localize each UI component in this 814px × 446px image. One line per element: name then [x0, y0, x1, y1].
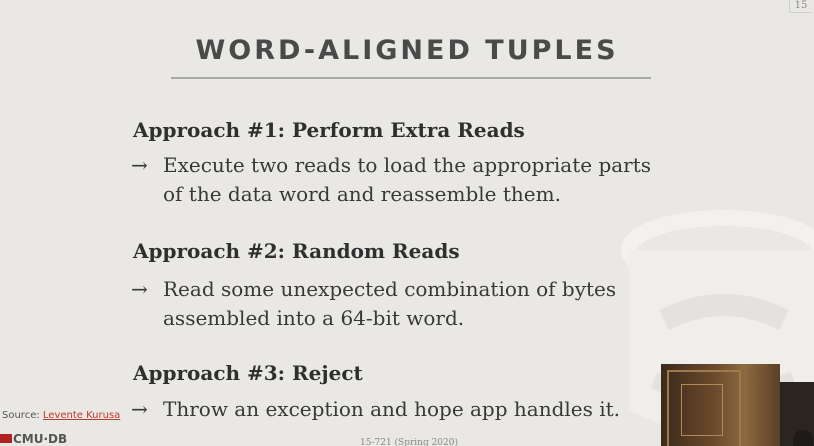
- approach-2-bullet: → Read some unexpected combination of byt…: [131, 275, 616, 333]
- webcam-door-panel: [681, 384, 723, 436]
- source-label: Source:: [2, 410, 40, 421]
- arrow-icon: →: [131, 277, 148, 301]
- approach-1-heading: Approach #1: Perform Extra Reads: [133, 118, 525, 142]
- slide-number: 15: [789, 0, 812, 13]
- slide: 15 WORD-ALIGNED TUPLES Approach #1: Perf…: [0, 0, 814, 446]
- logo-mark-icon: [0, 434, 12, 443]
- logo-text: CMU·DB: [13, 432, 68, 446]
- slide-title: WORD-ALIGNED TUPLES: [195, 35, 619, 66]
- presenter-head: [793, 430, 813, 446]
- approach-1-text-line1: Execute two reads to load the appropriat…: [163, 153, 652, 177]
- footer-course: 15-721 (Spring 2020): [360, 438, 458, 446]
- cmu-db-logo: CMU·DB: [0, 432, 67, 446]
- approach-2-text-line1: Read some unexpected combination of byte…: [163, 277, 617, 301]
- approach-3-bullet: → Throw an exception and hope app handles…: [131, 395, 620, 424]
- approach-2-heading: Approach #2: Random Reads: [133, 239, 460, 263]
- arrow-icon: →: [131, 397, 148, 421]
- approach-1-bullet: → Execute two reads to load the appropria…: [131, 151, 651, 209]
- approach-2-text-line2: assembled into a 64-bit word.: [163, 306, 465, 330]
- title-underline: [171, 77, 651, 79]
- source-credit: Source: Levente Kurusa: [2, 410, 120, 421]
- approach-1-text-line2: of the data word and reassemble them.: [163, 182, 561, 206]
- approach-3-text-line1: Throw an exception and hope app handles …: [163, 397, 621, 421]
- webcam-overlay: [661, 364, 780, 446]
- arrow-icon: →: [131, 153, 148, 177]
- source-author-link[interactable]: Levente Kurusa: [43, 410, 120, 421]
- approach-3-heading: Approach #3: Reject: [133, 361, 363, 385]
